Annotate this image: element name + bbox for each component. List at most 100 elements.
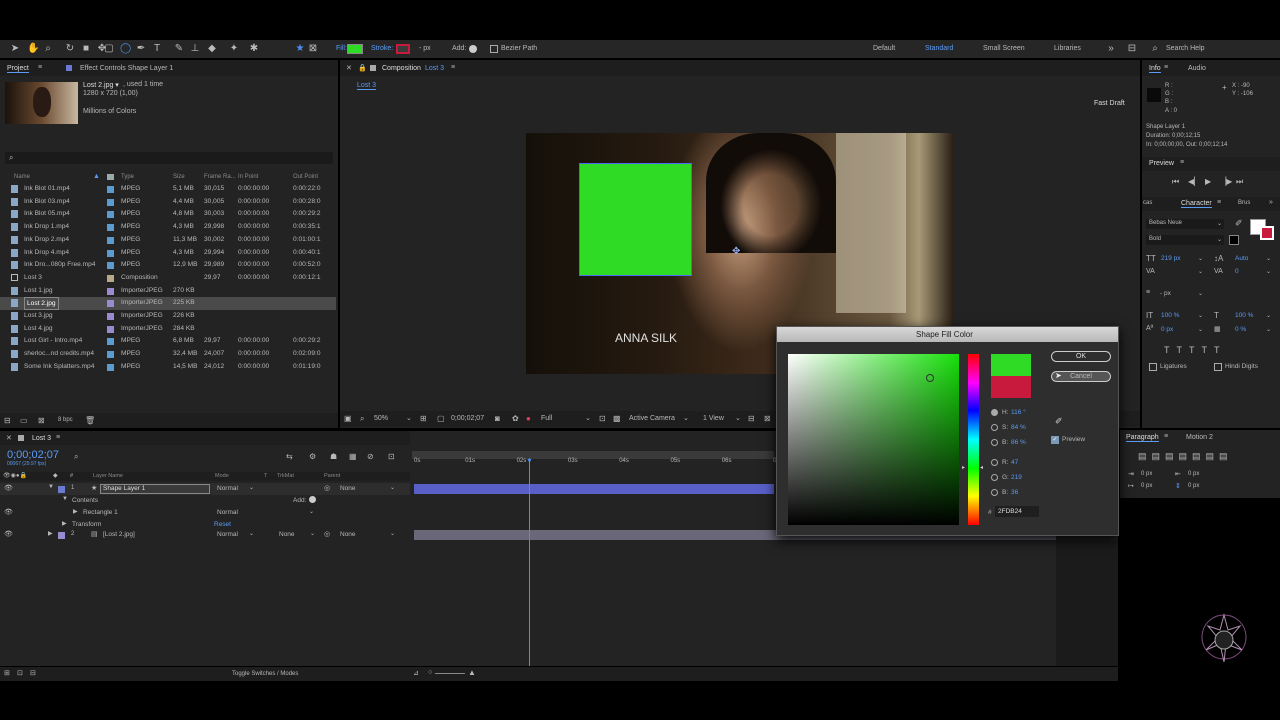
pen-tool-icon[interactable]: ✒ — [136, 44, 146, 54]
label-color-swatch[interactable] — [107, 224, 114, 232]
more-workspaces-icon[interactable]: » — [1106, 44, 1116, 54]
alignment-icons[interactable]: ▤▤▤▤▤▤▤ — [1138, 451, 1233, 462]
project-tab[interactable]: Project — [7, 65, 29, 73]
project-item[interactable]: Ink Drop 4.mp4 MPEG 4,3 MB 29,994 0:00:00:00… — [0, 247, 336, 260]
brush-tool-icon[interactable]: ✎ — [174, 44, 184, 54]
contents-twirl-icon[interactable]: ▼ — [62, 496, 68, 502]
layer2-trkmat[interactable]: None — [279, 531, 295, 538]
info-tab[interactable]: Info — [1149, 65, 1161, 73]
workspace-default[interactable]: Default — [873, 45, 895, 52]
rect-twirl-icon[interactable]: ▶ — [73, 508, 78, 515]
label-color-swatch[interactable] — [107, 236, 114, 244]
ok-button[interactable]: OK — [1051, 351, 1111, 362]
col-t[interactable]: T — [264, 473, 267, 479]
play-icon[interactable]: ▶ — [1205, 177, 1211, 186]
always-preview-icon[interactable]: ▣ — [344, 414, 352, 423]
project-item[interactable]: Some Ink Splatters.mp4 MPEG 14,5 MB 24,012 0… — [0, 361, 336, 374]
label-color-swatch[interactable] — [107, 274, 114, 282]
sort-asc-icon[interactable]: ▲ — [93, 173, 100, 180]
col-frame-rate[interactable]: Frame Ra... — [204, 174, 236, 180]
region-icon[interactable]: ⊡ — [599, 414, 606, 423]
col-out-point[interactable]: Out Point — [293, 174, 318, 180]
switches-toggle-icon[interactable]: ⊞ — [4, 669, 10, 677]
h-value[interactable]: 116 ° — [1011, 409, 1026, 416]
close-tab-icon[interactable]: ✕ — [346, 64, 352, 72]
font-family-dropdown[interactable]: Bebas Neue — [1146, 219, 1224, 229]
indent-left-value[interactable]: 0 px — [1141, 471, 1152, 477]
col-size[interactable]: Size — [173, 174, 185, 180]
label-color-swatch[interactable] — [107, 338, 114, 346]
character-menu-icon[interactable]: ≡ — [1217, 199, 1221, 206]
time-ruler[interactable]: 0s01s02s03s04s05s06s07s — [412, 458, 783, 470]
interpret-footage-icon[interactable]: ⊟ — [4, 416, 11, 425]
leading-value[interactable]: Auto — [1235, 255, 1248, 262]
composition-menu-icon[interactable]: ≡ — [451, 64, 455, 71]
project-item[interactable]: Lost 2.jpg ImporterJPEG 225 KB — [0, 297, 336, 311]
col-in-point[interactable]: In Point — [238, 174, 258, 180]
horizontal-scale-value[interactable]: 100 % — [1235, 312, 1253, 319]
thumbnail-name[interactable]: Lost 2.jpg ▾ — [83, 81, 119, 89]
graph-editor-icon[interactable]: ⊡ — [388, 452, 395, 461]
rectangle-mode[interactable]: Normal — [217, 509, 238, 516]
toggle-switches-modes[interactable]: Toggle Switches / Modes — [232, 671, 298, 677]
label-color-swatch[interactable] — [107, 313, 114, 320]
workspace-standard[interactable]: Standard — [925, 45, 953, 52]
layer-row-2[interactable]: 👁 ▶ 2 ▤ [Lost 2.jpg] Normal ⌄ None ⌄ ◎ N… — [0, 529, 410, 541]
col-layer-name[interactable]: Layer Name — [93, 473, 123, 479]
vertical-scale-value[interactable]: 100 % — [1161, 312, 1179, 319]
b-radio[interactable] — [991, 439, 998, 446]
shy-layers-icon[interactable]: ☗ — [330, 452, 337, 461]
tsume-value[interactable]: 0 % — [1235, 326, 1246, 333]
preview-checkbox[interactable]: ✓ — [1051, 436, 1059, 444]
character-tab[interactable]: Character — [1181, 200, 1212, 208]
font-style-dropdown[interactable]: Bold — [1146, 235, 1224, 245]
project-item[interactable]: Ink Dro...080p Free.mp4 MPEG 12,9 MB 29,989… — [0, 259, 336, 272]
r-radio[interactable] — [991, 459, 998, 466]
motion-blur-icon[interactable]: ⊘ — [367, 452, 374, 461]
project-item[interactable]: sherloc...nd credits.mp4 MPEG 32,4 MB 24,00… — [0, 348, 336, 361]
eraser-tool-icon[interactable]: ◆ — [207, 44, 217, 54]
draft-3d-icon[interactable]: ⚙ — [309, 452, 316, 461]
label-color-swatch[interactable] — [107, 262, 114, 270]
add-button-icon[interactable] — [469, 45, 477, 53]
new-comp-icon[interactable]: ⊠ — [38, 416, 45, 425]
resolution-dropdown[interactable]: Full — [541, 415, 552, 422]
fast-previews-icon[interactable]: ⊠ — [764, 414, 771, 423]
workspace-small-screen[interactable]: Small Screen — [983, 45, 1025, 52]
layer2-twirl-icon[interactable]: ▶ — [48, 530, 53, 537]
space-before-value[interactable]: 0 px — [1188, 483, 1199, 489]
timeline-menu-icon[interactable]: ≡ — [56, 434, 60, 441]
clone-stamp-tool-icon[interactable]: ⊥ — [190, 44, 200, 54]
views-dropdown[interactable]: 1 View — [703, 415, 724, 422]
layer2-eye-icon[interactable]: 👁 — [4, 530, 13, 538]
blue-radio[interactable] — [991, 489, 998, 496]
puppet-tool-icon[interactable]: ✱ — [249, 44, 259, 54]
transparency-grid-icon[interactable]: ▩ — [613, 414, 621, 423]
indent-right-value[interactable]: 0 px — [1188, 471, 1199, 477]
rotate-tool-icon[interactable]: ↻ — [65, 44, 75, 54]
g-value[interactable]: 219 — [1011, 474, 1022, 481]
project-tab-menu-icon[interactable]: ≡ — [38, 64, 42, 71]
first-frame-icon[interactable]: ⏮ — [1172, 177, 1179, 187]
layer2-name[interactable]: [Lost 2.jpg] — [103, 531, 135, 538]
project-item[interactable]: Ink Drop 2.mp4 MPEG 11,3 MB 30,002 0:00:00:0… — [0, 234, 336, 247]
project-item[interactable]: Ink Drop 1.mp4 MPEG 4,3 MB 29,998 0:00:00:00… — [0, 221, 336, 234]
zoom-in-icon[interactable]: ▲ — [468, 668, 476, 677]
prev-frame-icon[interactable]: ◀▏ — [1188, 177, 1200, 186]
roto-brush-tool-icon[interactable]: ✦ — [229, 44, 239, 54]
composition-tab-label[interactable]: Composition — [382, 65, 421, 72]
workspace-libraries[interactable]: Libraries — [1054, 45, 1081, 52]
camera-dropdown[interactable]: Active Camera — [629, 415, 675, 422]
label-color-swatch[interactable] — [107, 351, 114, 359]
channel-icon[interactable]: ● — [526, 414, 531, 423]
zoom-slider-track[interactable] — [435, 673, 465, 674]
more-panels-icon[interactable]: » — [1269, 199, 1273, 206]
col-mode[interactable]: Mode — [215, 473, 229, 479]
show-snapshot-icon[interactable]: ✿ — [512, 414, 519, 423]
baseline-shift-value[interactable]: 0 px — [1161, 326, 1173, 333]
effect-controls-tab[interactable]: Effect Controls Shape Layer 1 — [80, 65, 173, 72]
rect-eye-icon[interactable]: 👁 — [4, 508, 13, 516]
eyedropper-icon[interactable]: ✐ — [1235, 218, 1243, 229]
snapshot-icon[interactable]: ◙ — [495, 414, 500, 423]
grid-icon[interactable]: ⊞ — [420, 414, 427, 423]
